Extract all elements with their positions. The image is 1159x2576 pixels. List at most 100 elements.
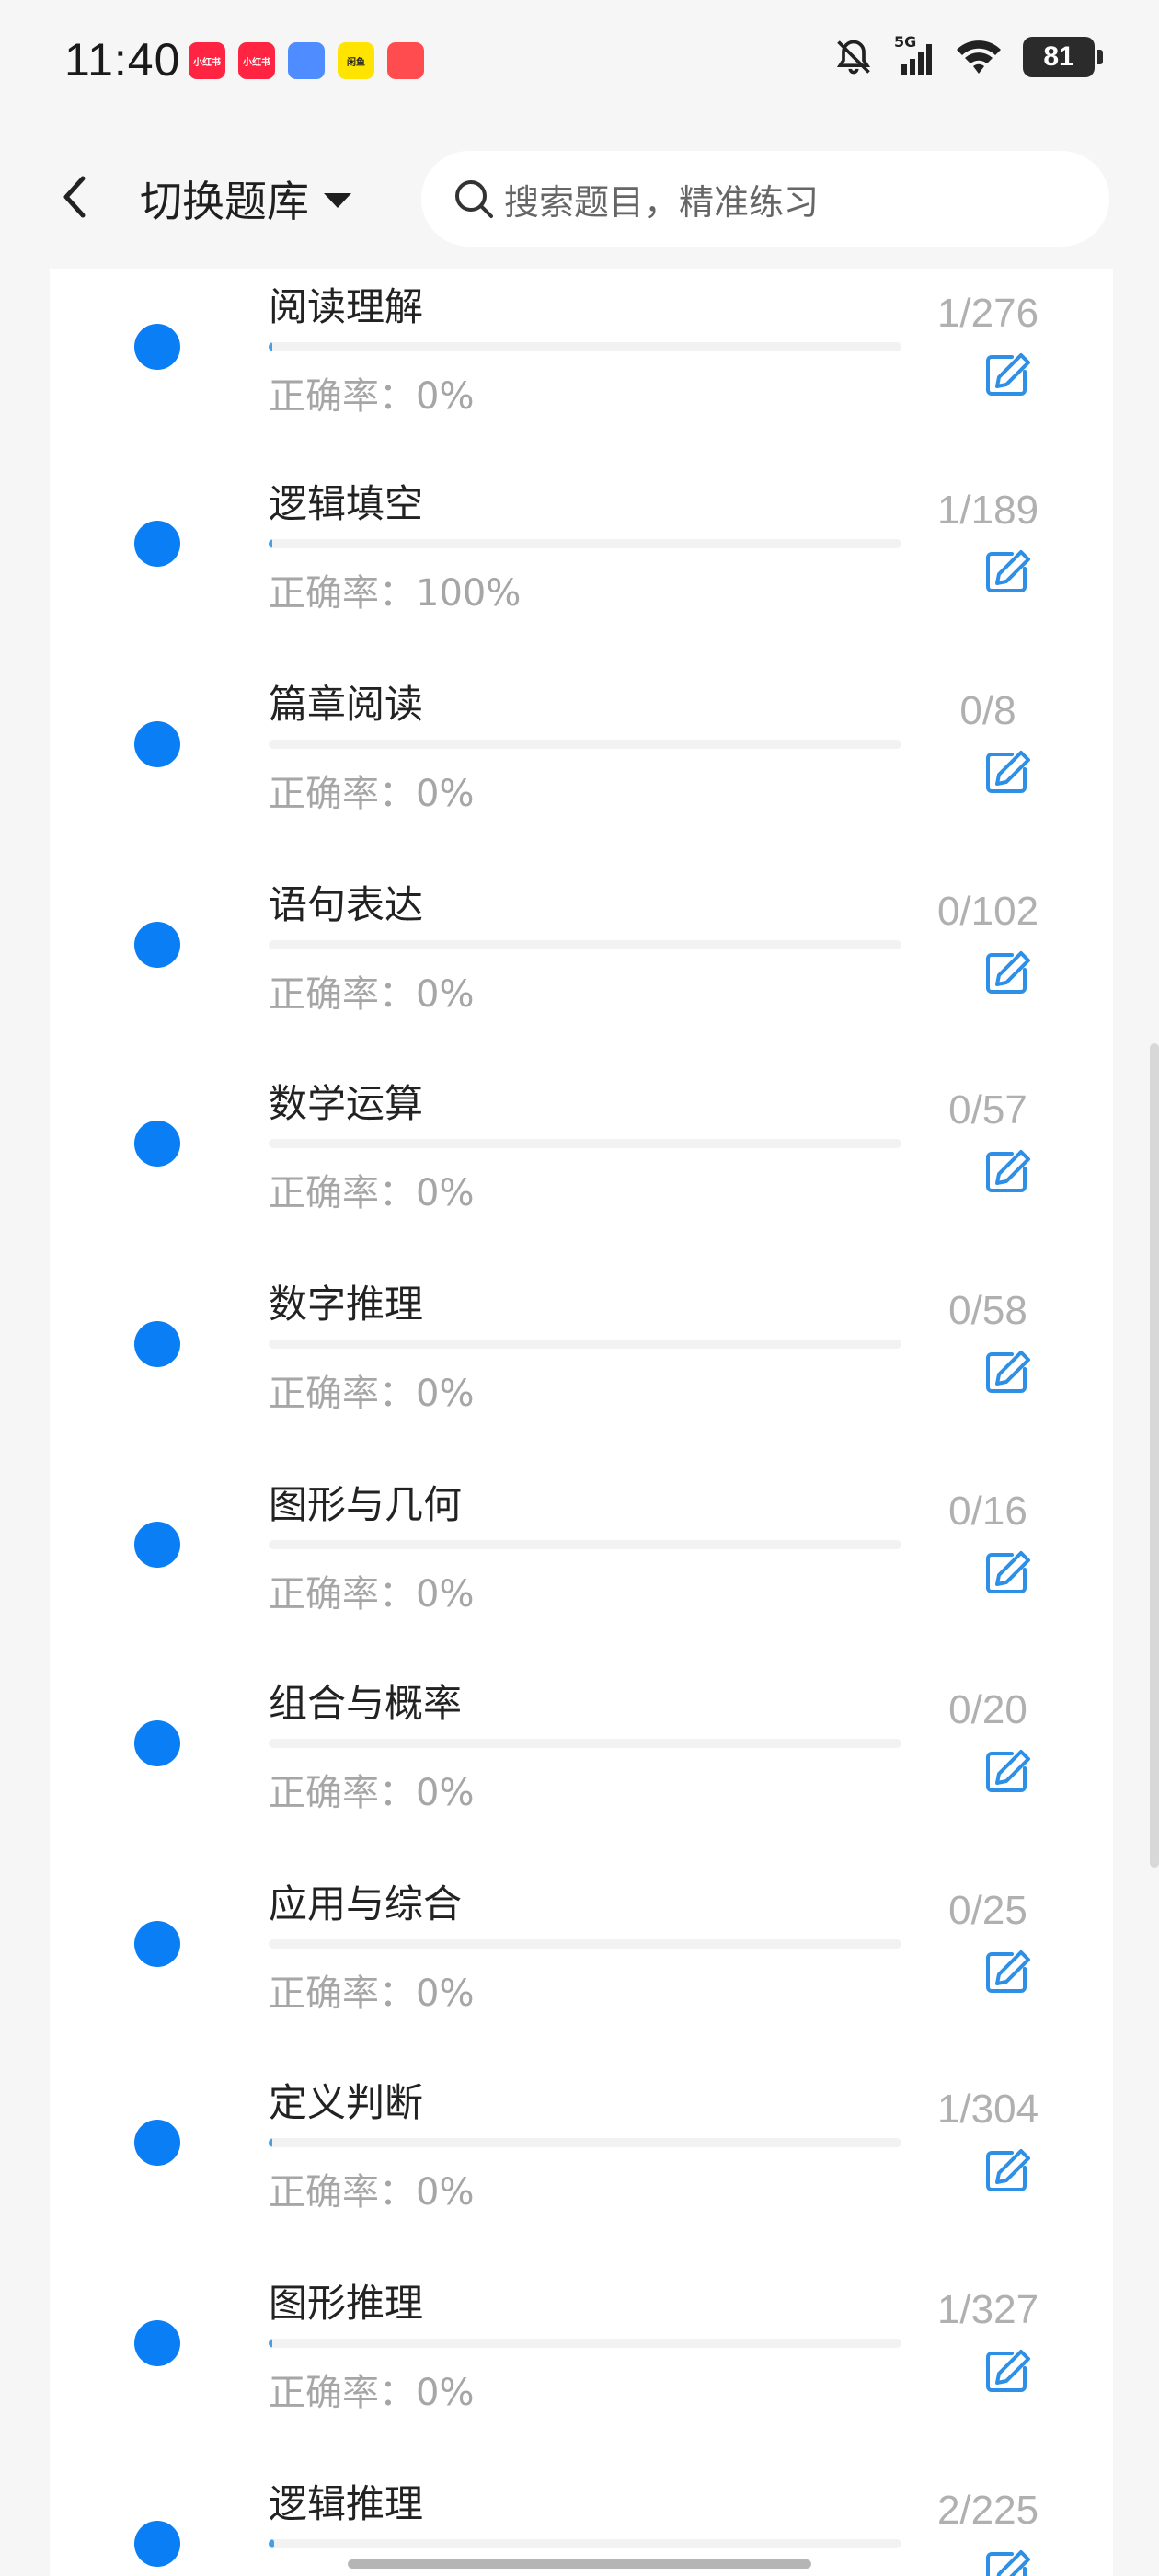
status-dot [134,2120,180,2166]
category-row[interactable]: 语句表达 正确率：0% 0/102 [50,867,1113,1067]
molecule-app-icon [288,42,325,79]
accuracy-text: 正确率：100% [269,572,522,615]
status-dot [134,1321,180,1367]
progress-fill [269,539,273,548]
status-dot [134,1522,180,1568]
top-header: 切换题库 搜索题目，精准练习 [0,129,1159,269]
progress-track [269,1139,901,1148]
signal-icon: 5G [894,33,935,77]
edit-practice-icon[interactable] [981,546,1032,598]
accuracy-text: 正确率：0% [269,375,475,418]
edit-practice-icon[interactable] [981,747,1032,799]
category-title: 数学运算 [269,1081,424,1126]
progress-count: 0/102 [936,889,1039,934]
category-title: 逻辑推理 [269,2481,424,2526]
category-row[interactable]: 阅读理解 正确率：0% 1/276 [50,269,1113,469]
progress-track [269,740,901,749]
accuracy-text: 正确率：0% [269,2171,475,2214]
yellow-app-icon: 闲鱼 [338,42,374,79]
back-arrow-icon[interactable] [48,169,103,224]
category-row[interactable]: 数学运算 正确率：0% 0/57 [50,1065,1113,1266]
battery-indicator: 81 [1023,37,1103,77]
category-title: 阅读理解 [269,284,424,329]
progress-count: 0/58 [948,1288,1027,1333]
progress-fill [269,2339,273,2348]
category-title: 应用与综合 [269,1881,463,1926]
search-placeholder: 搜索题目，精准练习 [504,181,820,223]
progress-count: 0/25 [948,1888,1027,1933]
category-row[interactable]: 图形推理 正确率：0% 1/327 [50,2265,1113,2466]
category-row[interactable]: 篇章阅读 正确率：0% 0/8 [50,666,1113,867]
question-category-list: 阅读理解 正确率：0% 1/276 逻辑填空 正确率：100% 1/189 篇章… [50,269,1113,2576]
switch-library-dropdown[interactable]: 切换题库 [140,169,351,228]
progress-track [269,1939,901,1949]
progress-count: 0/8 [959,688,1016,733]
home-indicator[interactable] [348,2559,811,2569]
edit-practice-icon[interactable] [981,2346,1032,2398]
status-dot [134,1921,180,1967]
progress-count: 1/276 [936,291,1039,336]
category-title: 图形与几何 [269,1482,463,1527]
category-row[interactable]: 应用与综合 正确率：0% 0/25 [50,1866,1113,2066]
progress-count: 0/20 [948,1687,1027,1732]
search-bar[interactable]: 搜索题目，精准练习 [421,151,1109,247]
progress-track [269,2138,901,2147]
progress-count: 2/225 [936,2488,1039,2533]
edit-practice-icon[interactable] [981,2547,1032,2576]
edit-practice-icon[interactable] [981,350,1032,401]
progress-count: 0/16 [948,1489,1027,1534]
status-dot [134,1720,180,1766]
category-title: 数字推理 [269,1282,424,1327]
status-bar: 11:40 小红书 小红书 闲鱼 5G 81 [0,0,1159,129]
progress-count: 1/327 [936,2287,1039,2332]
category-row[interactable]: 数字推理 正确率：0% 0/58 [50,1266,1113,1466]
accuracy-text: 正确率：0% [269,2372,475,2414]
progress-track [269,342,901,351]
edit-practice-icon[interactable] [981,1746,1032,1798]
scrollbar[interactable] [1150,1043,1159,1868]
bell-muted-icon [836,40,871,75]
progress-track [269,1340,901,1349]
accuracy-text: 正确率：0% [269,773,475,815]
status-time: 11:40 [64,34,181,86]
edit-practice-icon[interactable] [981,948,1032,999]
accuracy-text: 正确率：0% [269,1772,475,1814]
status-dot [134,521,180,567]
category-row[interactable]: 逻辑填空 正确率：100% 1/189 [50,466,1113,666]
progress-track [269,940,901,949]
accuracy-text: 正确率：0% [269,1172,475,1214]
edit-practice-icon[interactable] [981,2145,1032,2197]
progress-fill [269,342,273,351]
edit-practice-icon[interactable] [981,1547,1032,1599]
progress-track [269,2339,901,2348]
status-dot [134,922,180,968]
progress-track [269,1540,901,1549]
accuracy-text: 正确率：0% [269,973,475,1016]
status-dot [134,2320,180,2366]
category-row[interactable]: 图形与几何 正确率：0% 0/16 [50,1466,1113,1667]
edit-practice-icon[interactable] [981,1947,1032,1998]
edit-practice-icon[interactable] [981,1146,1032,1198]
system-icons: 5G 81 [833,33,1103,77]
progress-count: 1/189 [936,488,1039,533]
accuracy-text: 正确率：0% [269,1972,475,2015]
status-dot [134,721,180,767]
progress-track [269,539,901,548]
progress-count: 0/57 [948,1087,1027,1133]
progress-fill [269,2138,273,2147]
edit-practice-icon[interactable] [981,1347,1032,1398]
progress-count: 1/304 [936,2087,1039,2132]
status-dot [134,2521,180,2567]
status-dot [134,1121,180,1167]
switch-library-label: 切换题库 [140,177,309,226]
category-row[interactable]: 组合与概率 正确率：0% 0/20 [50,1665,1113,1866]
notification-app-icons: 小红书 小红书 闲鱼 [189,42,424,79]
category-title: 图形推理 [269,2281,424,2326]
status-dot [134,324,180,370]
category-title: 组合与概率 [269,1681,463,1726]
category-row[interactable]: 定义判断 正确率：0% 1/304 [50,2064,1113,2265]
progress-track [269,2539,901,2548]
category-title: 篇章阅读 [269,682,424,727]
category-title: 定义判断 [269,2080,424,2125]
caret-down-icon [324,193,351,208]
